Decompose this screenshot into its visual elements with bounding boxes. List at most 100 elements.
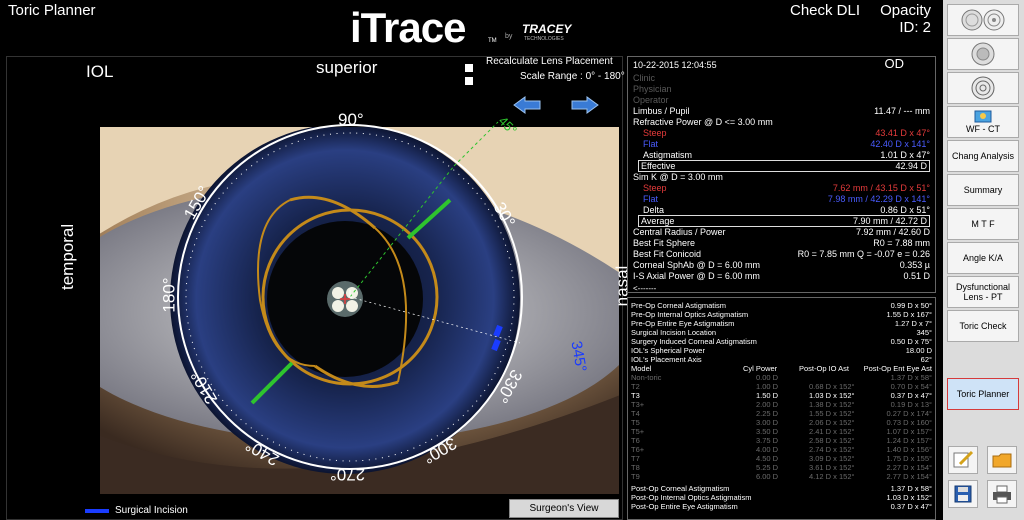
toric-summary-label: Pre-Op Corneal Astigmatism <box>631 301 727 310</box>
row-io-ast: 0.68 D x 152° <box>809 382 855 391</box>
edit-button[interactable] <box>948 446 978 474</box>
row-model: T7 <box>631 454 640 463</box>
clinic-label: Clinic <box>633 73 656 83</box>
incision-legend-label: Surgical Incision <box>115 505 188 516</box>
toric-table-row[interactable]: T5 3.00 D 2.06 D x 152° 0.73 D x 160° <box>631 418 932 427</box>
dial-label-180: 180° <box>159 277 179 313</box>
steep-label: Steep <box>643 128 667 138</box>
incision-legend-swatch <box>85 509 109 513</box>
bfs-label: Best Fit Sphere <box>633 238 696 248</box>
row-io-ast: 1.55 D x 152° <box>809 409 855 418</box>
toric-table-row[interactable]: T7 4.50 D 3.09 D x 152° 1.75 D x 155° <box>631 454 932 463</box>
toric-table-row[interactable]: Non-toric 0.00 D 1.37 D x 58° <box>631 373 932 382</box>
scale-range-label: Scale Range : 0° - 180° <box>520 71 625 82</box>
row-ent-ast: 0.19 D x 13° <box>890 400 932 409</box>
wf-ct-button[interactable]: WF - CT <box>947 106 1019 138</box>
double-map-icon <box>961 9 1005 31</box>
central-label: Central Radius / Power <box>633 227 726 237</box>
isaxial-row: I-S Axial Power @ D = 6.00 mm 0.51 D <box>633 271 930 282</box>
sphab-label: Corneal SphAb @ D = 6.00 mm <box>633 260 760 270</box>
print-button[interactable] <box>987 480 1017 508</box>
operator-label: Operator <box>633 95 669 105</box>
rings-map-button[interactable] <box>947 72 1019 104</box>
toric-planner-button[interactable]: Toric Planner <box>947 378 1019 410</box>
grid-map-button[interactable] <box>947 38 1019 70</box>
row-io-ast: 2.41 D x 152° <box>809 427 855 436</box>
row-model: T4 <box>631 409 640 418</box>
toric-summary-row: Pre-Op Entire Eye Astigmatism 1.27 D x 7° <box>631 319 932 328</box>
toric-summary-row: Pre-Op Internal Optics Astigmatism 1.55 D… <box>631 310 932 319</box>
isaxial-value: 0.51 D <box>903 271 930 281</box>
surgeons-view-button[interactable]: Surgeon's View <box>509 499 619 518</box>
limbus-row: Limbus / Pupil 11.47 / --- mm <box>633 106 930 117</box>
row-io-ast: 1.38 D x 152° <box>809 400 855 409</box>
toric-table-row[interactable]: T3 1.50 D 1.03 D x 152° 0.37 D x 47° <box>631 391 932 400</box>
app-title: Toric Planner <box>8 2 96 19</box>
dial-label-90: 90° <box>338 110 364 129</box>
toric-postop-value: 1.03 D x 152° <box>886 493 932 502</box>
sphab-value: 0.353 µ <box>899 260 930 270</box>
toric-summary-label: Pre-Op Internal Optics Astigmatism <box>631 310 749 319</box>
eye-label: OD <box>884 56 905 71</box>
toric-table-row[interactable]: T2 1.00 D 0.68 D x 152° 0.70 D x 54° <box>631 382 932 391</box>
col-model: Model <box>631 364 652 373</box>
toric-postop-row: Post-Op Internal Optics Astigmatism 1.03 … <box>631 493 932 502</box>
row-ent-ast: 1.75 D x 155° <box>886 454 932 463</box>
map-view-button[interactable] <box>947 4 1019 36</box>
toric-postop-row: Post-Op Entire Eye Astigmatism 0.37 D x 4… <box>631 502 932 511</box>
check-dli-label: Check DLI <box>790 2 861 19</box>
logo-by: by <box>505 33 513 40</box>
toric-table-row[interactable]: T6+ 4.00 D 2.74 D x 152° 1.40 D x 156° <box>631 445 932 454</box>
row-ent-ast: 0.73 D x 160° <box>886 418 932 427</box>
toric-table-row[interactable]: T8 5.25 D 3.61 D x 152° 2.27 D x 154° <box>631 463 932 472</box>
row-model: T3 <box>631 391 640 400</box>
average-row: Average 7.90 mm / 42.72 D <box>638 215 930 227</box>
delta-label: Delta <box>643 205 665 215</box>
simk-flat-label: Flat <box>643 194 659 204</box>
dysfunctional-lens-button[interactable]: Dysfunctional Lens - PT <box>947 276 1019 308</box>
row-model: T3+ <box>631 400 645 409</box>
toric-summary-value: 0.99 D x 50° <box>890 301 932 310</box>
row-ent-ast: 1.37 D x 58° <box>890 373 932 382</box>
save-button[interactable] <box>948 480 978 508</box>
row-ent-ast: 1.07 D x 157° <box>886 427 932 436</box>
summary-button[interactable]: Summary <box>947 174 1019 206</box>
toric-table-row[interactable]: T6 3.75 D 2.58 D x 152° 1.24 D x 157° <box>631 436 932 445</box>
folder-icon <box>992 453 1012 468</box>
simk-steep-row: Steep 7.62 mm / 43.15 D x 51° <box>633 183 930 194</box>
row-ent-ast: 1.40 D x 156° <box>886 445 932 454</box>
toric-table-row[interactable]: T4 2.25 D 1.55 D x 152° 0.27 D x 174° <box>631 409 932 418</box>
steep-value: 43.41 D x 47° <box>875 128 930 138</box>
bfc-row: Best Fit Conicoid R0 = 7.85 mm Q = -0.07 … <box>633 249 930 260</box>
recalc-label: Recalculate Lens Placement <box>486 56 613 67</box>
row-cyl: 2.25 D <box>756 409 779 418</box>
wf-ct-label: WF - CT <box>966 124 1000 134</box>
scale-range-checkbox[interactable] <box>465 72 473 90</box>
col-cyl-power: Cyl Power <box>743 364 778 373</box>
col-io-ast: Post-Op IO Ast <box>799 364 850 373</box>
astig-label: Astigmatism <box>643 150 693 160</box>
angle-ka-button[interactable]: Angle K/A <box>947 242 1019 274</box>
toric-summary-row: IOL's Placement Axis 62° <box>631 355 932 364</box>
toric-check-button[interactable]: Toric Check <box>947 310 1019 342</box>
toric-table-row[interactable]: T3+ 2.00 D 1.38 D x 152° 0.19 D x 13° <box>631 400 932 409</box>
chang-analysis-button[interactable]: Chang Analysis <box>947 140 1019 172</box>
open-folder-button[interactable] <box>987 446 1017 474</box>
row-cyl: 4.00 D <box>756 445 779 454</box>
row-ent-ast: 2.27 D x 154° <box>886 463 932 472</box>
toric-table-row[interactable]: T9 6.00 D 4.12 D x 152° 2.77 D x 154° <box>631 472 932 481</box>
toric-postop-row: Post-Op Corneal Astigmatism 1.37 D x 58° <box>631 484 932 493</box>
simk-steep-value: 7.62 mm / 43.15 D x 51° <box>832 183 930 193</box>
row-model: Non-toric <box>631 373 662 382</box>
refractive-power-label: Refractive Power @ D <= 3.00 mm <box>633 117 773 127</box>
opacity-block: Opacity ID: 2 <box>877 2 931 36</box>
mtf-button[interactable]: M T F <box>947 208 1019 240</box>
flat-row: Flat 42.40 D x 141° <box>633 139 930 150</box>
row-ent-ast: 0.27 D x 174° <box>886 409 932 418</box>
effective-row: Effective 42.94 D <box>638 160 930 172</box>
row-model: T2 <box>631 382 640 391</box>
simk-flat-value: 7.98 mm / 42.29 D x 141° <box>827 194 930 204</box>
row-model: T8 <box>631 463 640 472</box>
toric-table-row[interactable]: T5+ 3.50 D 2.41 D x 152° 1.07 D x 157° <box>631 427 932 436</box>
top-bar: Toric Planner iTrace TM by TRACEY TECHNO… <box>0 0 943 52</box>
